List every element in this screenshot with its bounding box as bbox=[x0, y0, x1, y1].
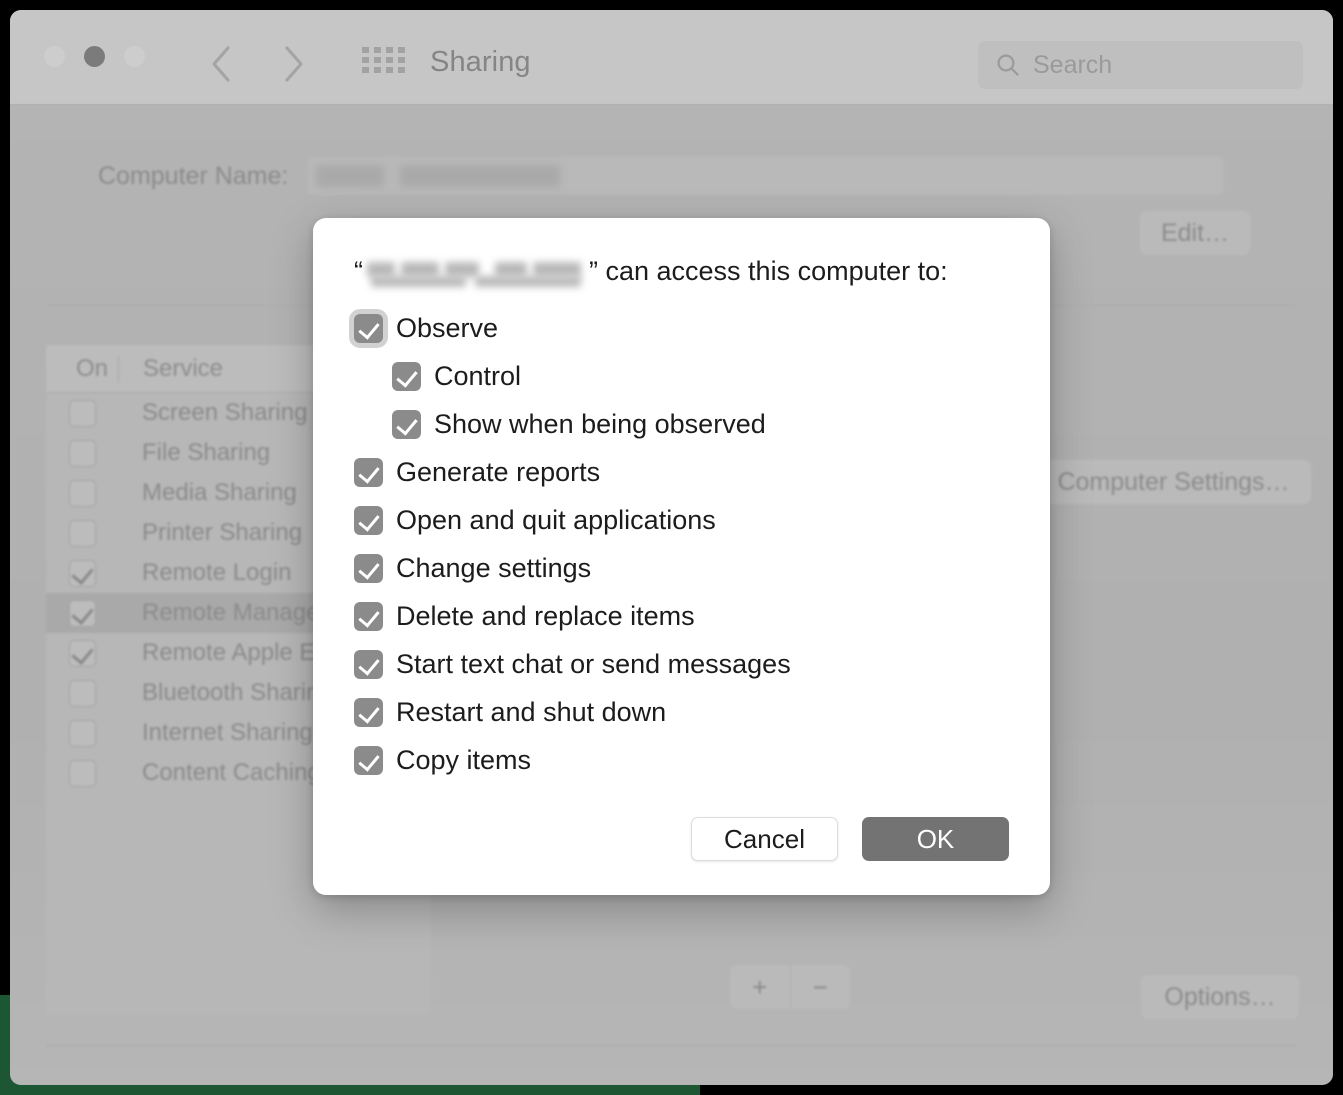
permission-checkbox[interactable] bbox=[354, 313, 383, 343]
permission-label: Change settings bbox=[396, 552, 592, 583]
service-enable-cell bbox=[46, 639, 118, 667]
permission-checkbox[interactable] bbox=[354, 601, 383, 631]
service-enable-cell bbox=[46, 559, 118, 587]
permission-checkbox[interactable] bbox=[354, 553, 383, 583]
add-user-button[interactable]: + bbox=[730, 965, 791, 1009]
service-name: Media Sharing bbox=[142, 479, 297, 506]
service-enable-cell bbox=[46, 519, 118, 547]
service-checkbox[interactable] bbox=[68, 759, 96, 787]
dialog-title-suffix: ” can access this computer to: bbox=[589, 256, 948, 286]
permission-checkbox[interactable] bbox=[354, 505, 383, 535]
permission-label: Open and quit applications bbox=[396, 504, 716, 535]
permission-checkbox[interactable] bbox=[354, 745, 383, 775]
computer-settings-button[interactable]: Computer Settings… bbox=[1036, 460, 1311, 504]
permission-option-row[interactable]: Change settings bbox=[354, 544, 1014, 592]
service-enable-cell bbox=[46, 599, 118, 627]
service-name: Bluetooth Sharing bbox=[142, 679, 333, 706]
service-checkbox[interactable] bbox=[68, 679, 96, 707]
page-title: Sharing bbox=[430, 46, 531, 78]
window-controls[interactable] bbox=[44, 46, 145, 67]
permission-option-row[interactable]: Copy items bbox=[354, 736, 1014, 784]
show-all-grid-icon[interactable] bbox=[362, 47, 405, 73]
permission-option-row[interactable]: Start text chat or send messages bbox=[354, 640, 1014, 688]
service-checkbox[interactable] bbox=[68, 719, 96, 747]
service-enable-cell bbox=[46, 719, 118, 747]
column-header-service: Service bbox=[143, 354, 224, 382]
service-enable-cell bbox=[46, 759, 118, 787]
column-header-on: On bbox=[76, 354, 109, 382]
service-checkbox[interactable] bbox=[68, 519, 96, 547]
permission-label: Control bbox=[434, 360, 522, 391]
permission-option-row[interactable]: Generate reports bbox=[354, 448, 1014, 496]
quote-open: “ bbox=[354, 256, 363, 286]
permission-label: Restart and shut down bbox=[396, 696, 667, 727]
window-titlebar: Sharing Search bbox=[10, 10, 1333, 105]
permission-label: Show when being observed bbox=[434, 408, 766, 439]
permission-options-list: Observe Control Show when being observed Ge… bbox=[354, 304, 1014, 784]
permission-option-row[interactable]: Delete and replace items bbox=[354, 592, 1014, 640]
ok-button[interactable]: OK bbox=[862, 817, 1009, 861]
search-input[interactable]: Search bbox=[978, 41, 1303, 89]
service-name: Remote Login bbox=[142, 559, 292, 586]
navigation-buttons[interactable] bbox=[206, 40, 308, 88]
remove-user-button[interactable]: − bbox=[791, 965, 851, 1009]
permission-option-row[interactable]: Show when being observed bbox=[354, 400, 1014, 448]
permission-label: Generate reports bbox=[396, 456, 601, 487]
service-name: Internet Sharing bbox=[142, 719, 313, 746]
service-checkbox[interactable] bbox=[68, 479, 96, 507]
computer-name-field[interactable] bbox=[308, 157, 1224, 195]
permission-checkbox[interactable] bbox=[392, 361, 421, 391]
service-enable-cell bbox=[46, 399, 118, 427]
redacted-text bbox=[316, 165, 385, 187]
service-checkbox[interactable] bbox=[68, 639, 96, 667]
back-chevron-icon[interactable] bbox=[206, 40, 236, 88]
service-name: Content Caching bbox=[142, 759, 321, 786]
service-checkbox[interactable] bbox=[68, 399, 96, 427]
dialog-buttons: Cancel OK bbox=[691, 817, 1009, 861]
service-checkbox[interactable] bbox=[68, 439, 96, 467]
permission-label: Observe bbox=[396, 312, 499, 343]
forward-chevron-icon[interactable] bbox=[278, 40, 308, 88]
service-enable-cell bbox=[46, 679, 118, 707]
dialog-title: “ ” can access this computer to: bbox=[354, 256, 948, 287]
permission-checkbox[interactable] bbox=[354, 457, 383, 487]
permission-checkbox[interactable] bbox=[354, 649, 383, 679]
close-button[interactable] bbox=[44, 46, 65, 67]
permission-label: Copy items bbox=[396, 744, 532, 775]
permission-checkbox[interactable] bbox=[392, 409, 421, 439]
edit-button[interactable]: Edit… bbox=[1140, 211, 1250, 255]
access-permissions-dialog: “ ” can access this computer to: Observe… bbox=[313, 218, 1050, 895]
computer-name-row: Computer Name: bbox=[98, 157, 1224, 195]
minimize-button[interactable] bbox=[84, 46, 105, 67]
permission-option-row[interactable]: Control bbox=[354, 352, 1014, 400]
redacted-text bbox=[400, 165, 561, 187]
cancel-button[interactable]: Cancel bbox=[691, 817, 838, 861]
search-icon bbox=[997, 54, 1019, 76]
permission-label: Start text chat or send messages bbox=[396, 648, 791, 679]
system-preferences-window: Sharing Search Computer Name: Edit… On S… bbox=[10, 10, 1333, 1085]
options-button[interactable]: Options… bbox=[1141, 975, 1299, 1019]
permission-label: Delete and replace items bbox=[396, 600, 695, 631]
service-enable-cell bbox=[46, 439, 118, 467]
permission-option-row[interactable]: Open and quit applications bbox=[354, 496, 1014, 544]
service-checkbox[interactable] bbox=[68, 599, 96, 627]
search-placeholder: Search bbox=[1033, 50, 1113, 79]
zoom-button[interactable] bbox=[124, 46, 145, 67]
section-divider bbox=[46, 1045, 1296, 1046]
service-name: Printer Sharing bbox=[142, 519, 303, 546]
service-name: File Sharing bbox=[142, 439, 271, 466]
service-name: Screen Sharing bbox=[142, 399, 308, 426]
redacted-user-name bbox=[365, 258, 587, 287]
service-checkbox[interactable] bbox=[68, 559, 96, 587]
permission-checkbox[interactable] bbox=[354, 697, 383, 727]
computer-name-label: Computer Name: bbox=[98, 161, 289, 190]
permission-option-row[interactable]: Observe bbox=[354, 304, 1014, 352]
add-remove-segmented-control[interactable]: + − bbox=[730, 965, 850, 1009]
permission-option-row[interactable]: Restart and shut down bbox=[354, 688, 1014, 736]
service-enable-cell bbox=[46, 479, 118, 507]
